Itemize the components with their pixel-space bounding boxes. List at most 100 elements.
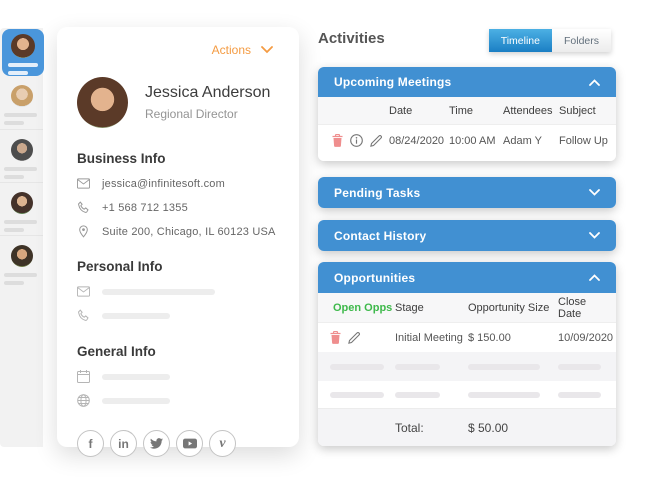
tab-timeline-label: Timeline — [500, 34, 540, 47]
tab-folders-label: Folders — [563, 34, 599, 47]
twitter-bird — [150, 438, 163, 449]
youtube-icon[interactable] — [176, 430, 203, 457]
cell-date: 08/24/2020 — [389, 134, 445, 147]
placeholder-bar — [330, 363, 384, 370]
placeholder-bar — [558, 363, 601, 370]
opportunity-row-placeholder — [318, 352, 616, 381]
pending-tasks-label: Pending Tasks — [334, 185, 421, 200]
cell-size: $ 150.00 — [468, 331, 511, 344]
actions-label: Actions — [211, 43, 251, 57]
contact-history-header[interactable]: Contact History — [318, 220, 616, 251]
chevron-up-icon — [589, 78, 600, 86]
upcoming-meetings-header[interactable]: Upcoming Meetings — [318, 67, 616, 97]
edit-pencil-icon[interactable] — [370, 134, 383, 147]
avatar — [10, 245, 33, 267]
chevron-up-icon — [589, 274, 600, 281]
name-placeholder-bar — [4, 113, 37, 117]
title-placeholder-bar — [4, 121, 24, 125]
opportunities-total-row: Total: $ 50.00 — [318, 408, 616, 446]
title-placeholder-bar — [4, 175, 24, 179]
value-placeholder-bar — [102, 288, 215, 295]
tab-folders[interactable]: Folders — [551, 29, 611, 52]
edit-pencil-icon[interactable] — [348, 331, 361, 344]
facebook-icon[interactable]: f — [77, 430, 104, 457]
personal-phone-row — [77, 309, 279, 322]
opportunities-header[interactable]: Opportunities — [318, 262, 616, 293]
col-opportunity-size: Opportunity Size — [468, 301, 550, 314]
email-icon — [77, 178, 90, 189]
info-icon[interactable] — [350, 134, 363, 147]
general-info-heading: General Info — [77, 344, 156, 359]
avatar — [10, 139, 33, 161]
tab-timeline[interactable]: Timeline — [488, 29, 552, 52]
activities-title: Activities — [318, 30, 385, 47]
col-date: Date — [389, 104, 413, 117]
phone-row: +1 568 712 1355 — [77, 201, 279, 214]
contact-list-item[interactable] — [0, 76, 43, 129]
row-actions — [318, 331, 395, 344]
name-placeholder-bar — [4, 273, 37, 277]
phone-icon — [78, 309, 89, 321]
twitter-icon[interactable] — [143, 430, 170, 457]
youtube-play — [182, 438, 197, 449]
opportunities-label: Opportunities — [334, 270, 416, 285]
total-value: $ 50.00 — [468, 420, 509, 435]
linkedin-icon[interactable]: in — [110, 430, 137, 457]
placeholder-bar — [558, 391, 601, 398]
total-label: Total: — [395, 420, 424, 435]
title-placeholder-bar — [8, 71, 28, 75]
chevron-down-icon — [589, 189, 600, 196]
cell-time: 10:00 AM — [449, 134, 496, 147]
contact-list-sidebar — [0, 28, 44, 447]
contact-list-item[interactable] — [0, 182, 43, 235]
profile-header: Jessica Anderson Regional Director — [77, 77, 279, 128]
crm-contact-page: Actions Jessica Anderson Regional Direct… — [0, 0, 648, 483]
website-row — [77, 394, 279, 407]
panel-footer — [318, 156, 616, 161]
chevron-down-icon — [589, 232, 600, 239]
social-links: f in v — [77, 430, 279, 457]
name-placeholder-bar — [4, 220, 37, 224]
delete-icon[interactable] — [332, 134, 343, 147]
email-row: jessica@infinitesoft.com — [77, 177, 279, 190]
placeholder-bar — [468, 363, 540, 370]
delete-icon[interactable] — [330, 331, 341, 344]
col-close-date: Close Date — [558, 295, 587, 320]
contact-address: Suite 200, Chicago, IL 60123 USA — [102, 225, 276, 238]
pending-tasks-panel: Pending Tasks — [318, 177, 616, 208]
contact-list-item[interactable] — [0, 129, 43, 182]
personal-email-row — [77, 285, 279, 298]
cell-close-date: 10/09/2020 — [558, 331, 614, 344]
name-placeholder-bar — [8, 63, 38, 67]
vimeo-glyph: v — [219, 435, 226, 451]
meeting-row: 08/24/2020 10:00 AM Adam Y Follow Up — [318, 125, 616, 156]
col-subject: Subject — [559, 104, 596, 117]
value-placeholder-bar — [102, 397, 170, 404]
contact-history-panel: Contact History — [318, 220, 616, 251]
contact-phone: +1 568 712 1355 — [102, 201, 188, 214]
opportunities-panel: Opportunities Open Opps Stage Opportunit… — [318, 262, 616, 446]
opportunity-row: Initial Meeting $ 150.00 10/09/2020 — [318, 323, 616, 352]
chevron-down-icon — [261, 46, 273, 54]
activities-panel: Activities Timeline Folders Upcoming Mee… — [318, 0, 616, 483]
cell-attendees: Adam Y — [503, 134, 542, 147]
value-placeholder-bar — [102, 312, 170, 319]
cell-stage: Initial Meeting — [395, 331, 463, 344]
placeholder-bar — [468, 391, 540, 398]
profile-identity: Jessica Anderson Regional Director — [145, 84, 270, 121]
opportunity-row-placeholder — [318, 381, 616, 408]
vimeo-icon[interactable]: v — [209, 430, 236, 457]
email-icon — [77, 286, 90, 297]
contact-avatar — [77, 77, 128, 128]
actions-button[interactable]: Actions — [212, 43, 273, 57]
contact-profile-card: Actions Jessica Anderson Regional Direct… — [57, 27, 299, 457]
contact-list-item-selected[interactable] — [2, 29, 44, 76]
location-pin-icon — [79, 225, 88, 238]
pending-tasks-header[interactable]: Pending Tasks — [318, 177, 616, 208]
contact-history-label: Contact History — [334, 228, 427, 243]
cell-subject: Follow Up — [559, 134, 608, 147]
contact-list-item[interactable] — [0, 235, 43, 288]
col-attendees: Attendees — [503, 104, 553, 117]
personal-info-heading: Personal Info — [77, 259, 163, 274]
calendar-icon — [77, 370, 90, 383]
